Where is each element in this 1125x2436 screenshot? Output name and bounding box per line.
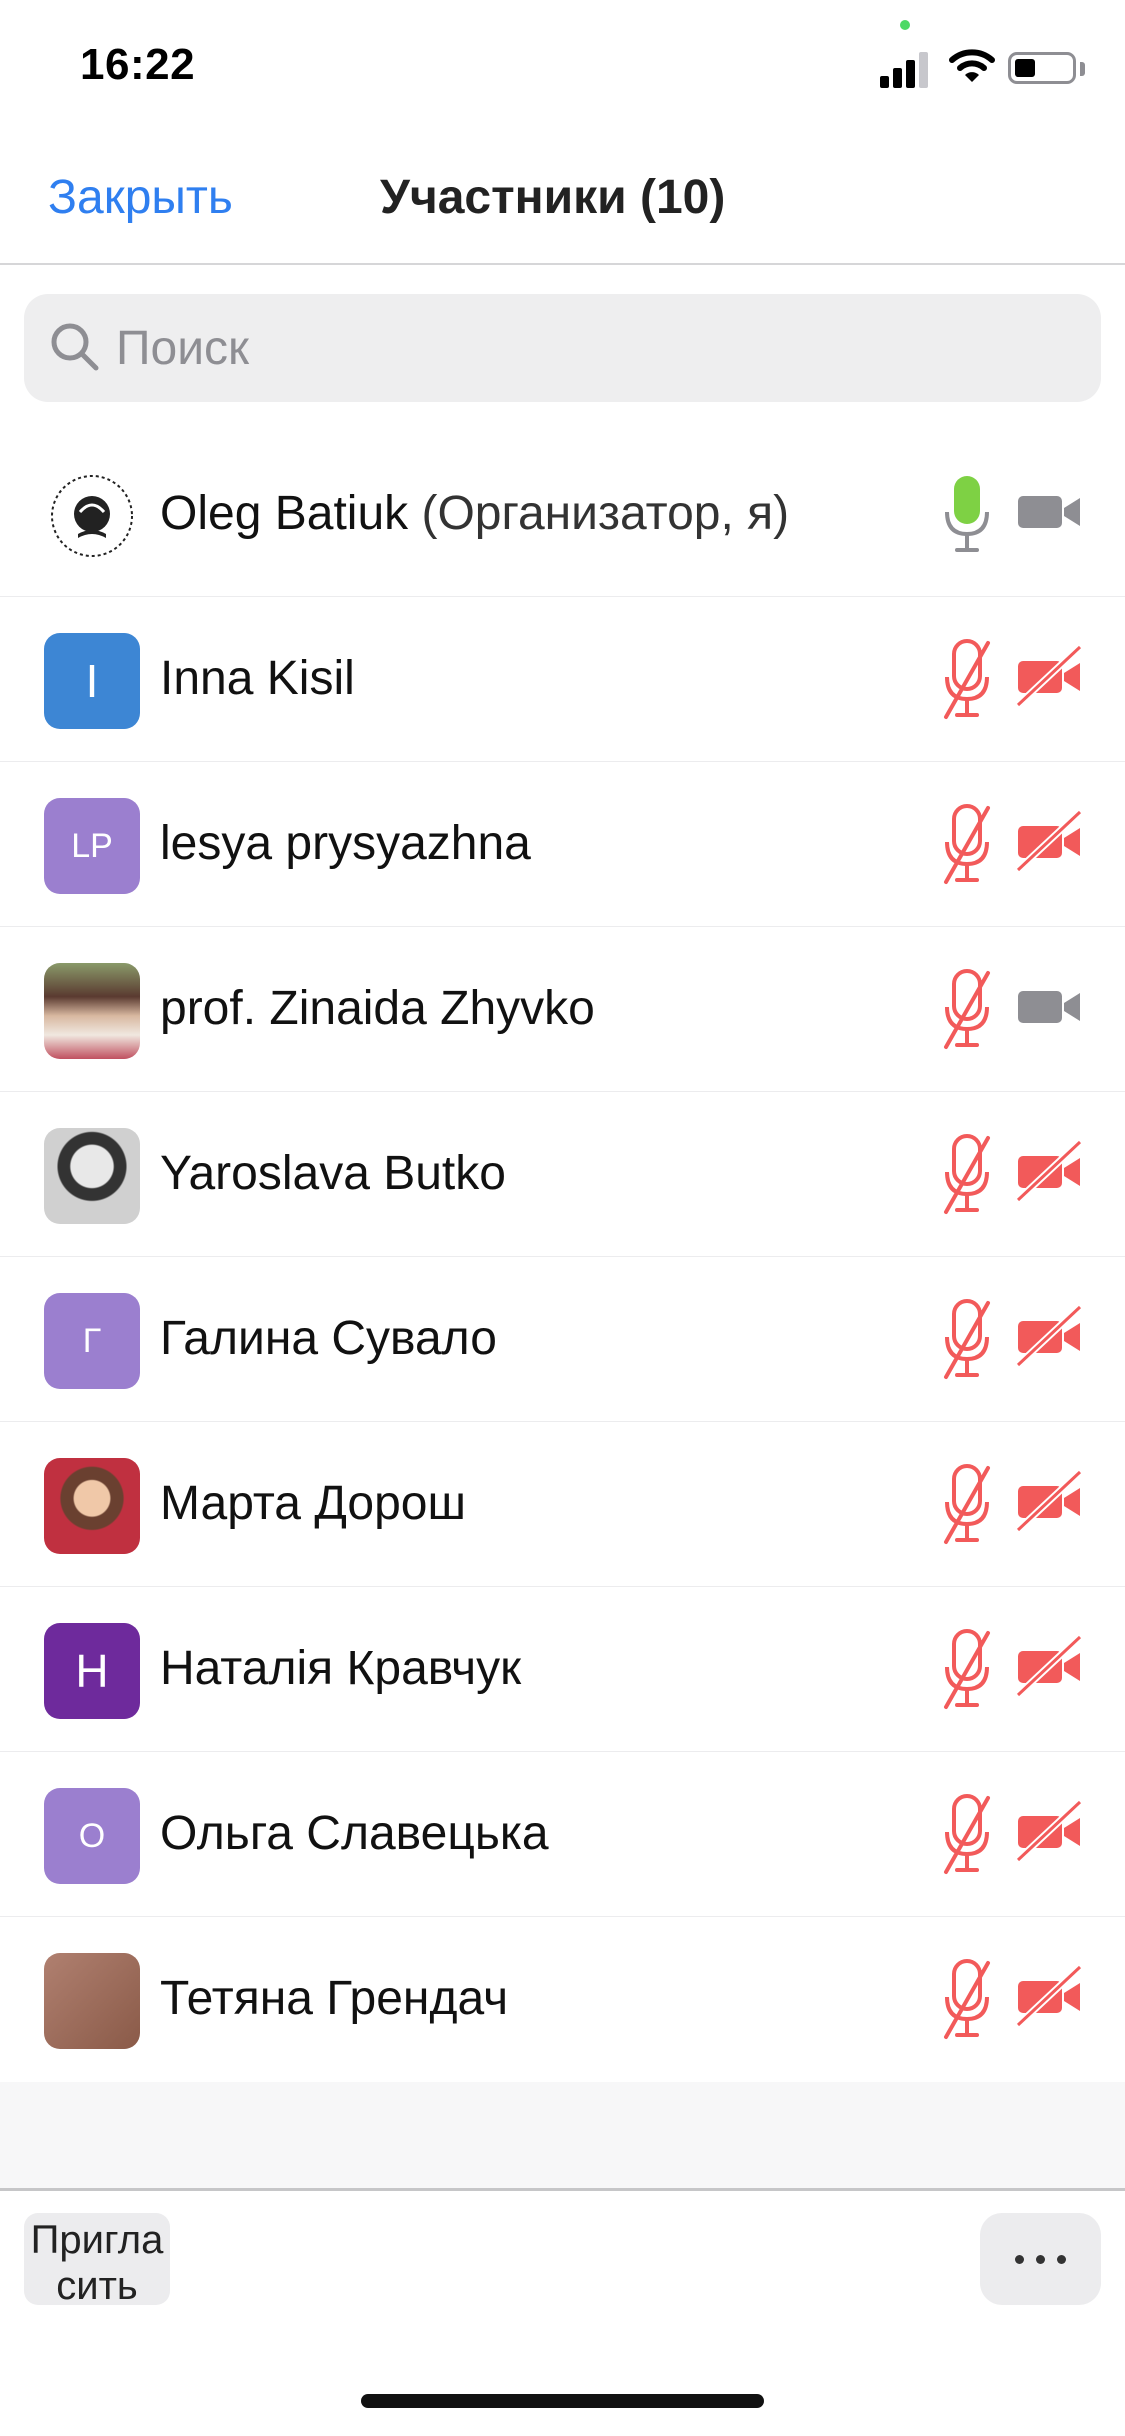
participant-row[interactable]: LP lesya prysyazhna: [0, 762, 1125, 927]
participant-row[interactable]: Yaroslava Butko: [0, 1092, 1125, 1257]
participant-name: Тетяна Грендач: [160, 1972, 509, 2025]
participant-row[interactable]: prof. Zinaida Zhyvko: [0, 927, 1125, 1092]
organization-logo-avatar: [44, 468, 140, 564]
camera-off-icon[interactable]: [1016, 1468, 1084, 1534]
mic-in-use-indicator: [900, 20, 910, 30]
profile-photo-avatar: [44, 1953, 140, 2049]
status-bar: 16:22: [0, 0, 1125, 130]
participant-name: lesya prysyazhna: [160, 817, 531, 870]
initials-avatar: LP: [44, 798, 140, 894]
participant-row[interactable]: Н Наталія Кравчук: [0, 1587, 1125, 1752]
camera-off-icon[interactable]: [1016, 1303, 1084, 1369]
participant-list: Oleg Batiuk (Организатор, я) I Inna Kisi…: [0, 432, 1125, 2082]
ellipsis-icon: [1015, 2254, 1024, 2264]
list-footer-space: [0, 2082, 1125, 2188]
participant-role: (Организатор, я): [421, 487, 790, 540]
home-indicator[interactable]: [361, 2394, 764, 2408]
camera-icon[interactable]: [1016, 478, 1084, 544]
initials-avatar: О: [44, 1788, 140, 1884]
camera-off-icon[interactable]: [1016, 1138, 1084, 1204]
participant-name: Yaroslava Butko: [160, 1147, 506, 1200]
participant-name: prof. Zinaida Zhyvko: [160, 982, 595, 1035]
camera-off-icon[interactable]: [1016, 1633, 1084, 1699]
participant-name: Oleg Batiuk (Организатор, я): [160, 487, 790, 540]
more-options-button[interactable]: [980, 2213, 1101, 2305]
invite-button[interactable]: Пригласить: [24, 2213, 170, 2305]
participant-name: Марта Дорош: [160, 1477, 466, 1530]
initials-avatar: Н: [44, 1623, 140, 1719]
participant-row[interactable]: Тетяна Грендач: [0, 1917, 1125, 2082]
status-time: 16:22: [80, 40, 196, 89]
camera-off-icon[interactable]: [1016, 1963, 1084, 2029]
participant-row[interactable]: Г Галина Сувало: [0, 1257, 1125, 1422]
microphone-muted-icon[interactable]: [942, 802, 992, 886]
microphone-muted-icon[interactable]: [942, 1957, 992, 2041]
microphone-muted-icon[interactable]: [942, 1792, 992, 1876]
cellular-signal-icon: [880, 48, 932, 88]
nav-bar: Закрыть Участники (10): [0, 130, 1125, 265]
wifi-icon: [949, 49, 995, 82]
participant-row[interactable]: Марта Дорош: [0, 1422, 1125, 1587]
page-title: Участники (10): [380, 171, 726, 224]
initials-avatar: Г: [44, 1293, 140, 1389]
participant-row[interactable]: Oleg Batiuk (Организатор, я): [0, 432, 1125, 597]
microphone-muted-icon[interactable]: [942, 1132, 992, 1216]
microphone-muted-icon[interactable]: [942, 637, 992, 721]
participant-name: Inna Kisil: [160, 652, 355, 705]
camera-off-icon[interactable]: [1016, 1798, 1084, 1864]
camera-icon[interactable]: [1016, 973, 1084, 1039]
profile-photo-avatar: [44, 1128, 140, 1224]
participant-name: Наталія Кравчук: [160, 1642, 522, 1695]
search-input[interactable]: [114, 312, 1018, 384]
battery-icon: [1008, 52, 1076, 84]
search-icon: [51, 323, 99, 371]
camera-off-icon[interactable]: [1016, 808, 1084, 874]
profile-photo-avatar: [44, 1458, 140, 1554]
microphone-muted-icon[interactable]: [942, 1297, 992, 1381]
initials-avatar: I: [44, 633, 140, 729]
microphone-active-icon[interactable]: [942, 472, 992, 556]
close-button[interactable]: Закрыть: [48, 170, 233, 225]
microphone-muted-icon[interactable]: [942, 1462, 992, 1546]
search-bar[interactable]: [24, 294, 1101, 402]
participant-row[interactable]: I Inna Kisil: [0, 597, 1125, 762]
camera-off-icon[interactable]: [1016, 643, 1084, 709]
microphone-muted-icon[interactable]: [942, 967, 992, 1051]
profile-photo-avatar: [44, 963, 140, 1059]
microphone-muted-icon[interactable]: [942, 1627, 992, 1711]
participant-name: Галина Сувало: [160, 1312, 497, 1365]
participant-name: Ольга Славецька: [160, 1807, 549, 1860]
participant-row[interactable]: О Ольга Славецька: [0, 1752, 1125, 1917]
